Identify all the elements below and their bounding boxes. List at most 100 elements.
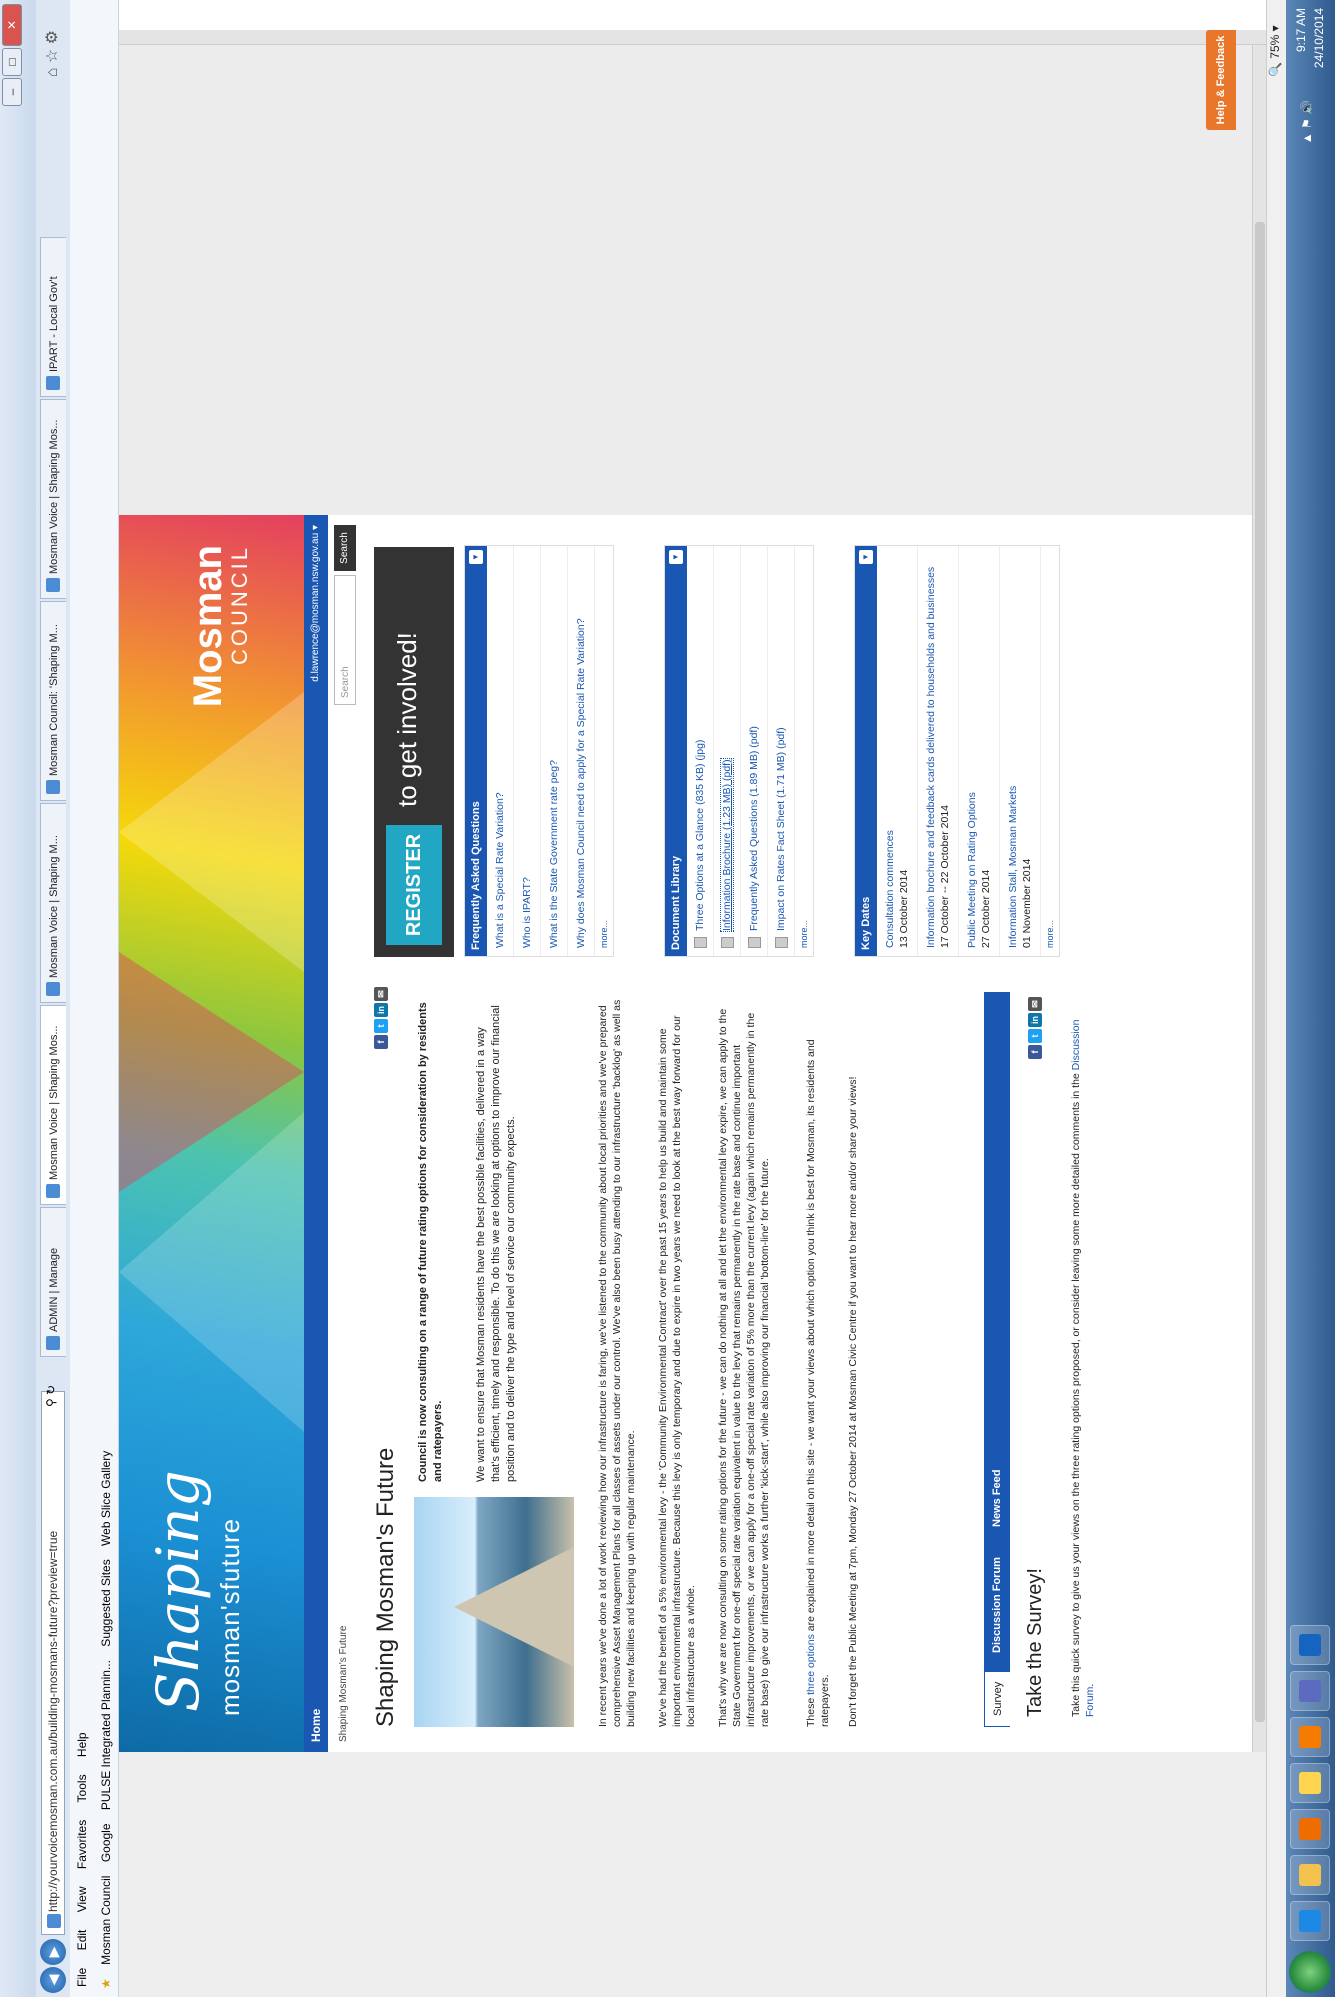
back-button[interactable]: ◀ — [40, 1967, 66, 1993]
menu-tools[interactable]: Tools — [75, 1774, 89, 1802]
faq-panel: Frequently Asked Questions ▼ What is a Sp… — [464, 545, 614, 957]
tab-label: ADMIN | Manage — [48, 1247, 60, 1332]
taskbar-media[interactable] — [1290, 1809, 1330, 1849]
nav-home[interactable]: Home — [304, 1709, 328, 1742]
favorites-star-icon[interactable]: ★ — [99, 1978, 113, 1989]
tab-favicon-icon — [46, 780, 60, 794]
document-item[interactable]: Frequently Asked Questions (1.89 MB) (pd… — [741, 546, 768, 956]
outlook-icon — [1299, 1726, 1321, 1748]
tab-discussion-forum[interactable]: Discussion Forum — [984, 1547, 1010, 1663]
taskbar-outlook[interactable] — [1290, 1717, 1330, 1757]
paragraph-public-meeting: Don't forget the Public Meeting at 7pm, … — [847, 1076, 859, 1727]
tab-ipart[interactable]: IPART - Local Gov't — [40, 237, 66, 397]
address-bar[interactable]: http://yourvoicemosman.com.au/building-m… — [41, 1391, 65, 1935]
taskbar-word[interactable] — [1290, 1625, 1330, 1665]
search-button[interactable]: Search — [334, 525, 356, 571]
twitter-icon[interactable]: t — [1028, 1029, 1042, 1043]
email-icon[interactable]: ✉ — [374, 987, 388, 1001]
tab-survey[interactable]: Survey — [984, 1670, 1010, 1727]
document-item[interactable]: Three Options at a Glance (835 KB) (jpg) — [687, 546, 714, 956]
close-button[interactable]: ✕ — [2, 4, 22, 46]
facebook-icon[interactable]: f — [1028, 1045, 1042, 1059]
dropdown-icon[interactable]: ▼ — [669, 550, 683, 564]
restore-button[interactable]: □ — [2, 48, 22, 76]
linkedin-icon[interactable]: in — [1028, 1013, 1042, 1027]
taskbar-explorer[interactable] — [1290, 1855, 1330, 1895]
facebook-icon[interactable]: f — [374, 1035, 388, 1049]
fav-web-slice[interactable]: Web Slice Gallery — [99, 1451, 113, 1546]
sidebar: REGISTER to get involved! Frequently Ask… — [364, 537, 1244, 967]
dropdown-icon[interactable]: ▼ — [859, 550, 873, 564]
menu-favorites[interactable]: Favorites — [75, 1820, 89, 1869]
search-input[interactable]: Search — [334, 575, 356, 705]
menu-help[interactable]: Help — [75, 1732, 89, 1757]
paragraph-options: That's why we are now consulting on some… — [717, 1008, 771, 1727]
main-content: Shaping Mosman's Future f t in ✉ Council… — [364, 977, 1244, 1737]
fav-suggested-sites[interactable]: Suggested Sites — [99, 1559, 113, 1646]
tab-admin[interactable]: ADMIN | Manage — [40, 1207, 66, 1357]
three-options-link[interactable]: three options — [805, 1634, 817, 1695]
document-item[interactable]: Information Brochure (1.23 MB) (pdf) — [714, 546, 741, 956]
tab-favicon-icon — [46, 578, 60, 592]
scroll-thumb[interactable] — [1255, 222, 1265, 1722]
document-icon — [747, 937, 761, 948]
faq-item[interactable]: Who is IPART? — [514, 546, 541, 956]
register-button[interactable]: REGISTER — [386, 825, 442, 945]
dropdown-icon[interactable]: ▼ — [469, 550, 483, 564]
taskbar-security[interactable] — [1290, 1671, 1330, 1711]
faq-more-link[interactable]: more... — [595, 546, 613, 956]
documents-more-link[interactable]: more... — [795, 546, 813, 956]
window-controls: – □ ✕ — [2, 4, 22, 106]
faq-item[interactable]: What is a Special Rate Variation? — [487, 546, 514, 956]
register-tagline: to get involved! — [392, 632, 422, 807]
user-menu[interactable]: d.lawrence@mosman.nsw.gov.au ▾ — [304, 525, 328, 682]
forward-button[interactable]: ▶ — [40, 1939, 66, 1965]
linkedin-icon[interactable]: in — [374, 1003, 388, 1017]
key-date-item[interactable]: Information brochure and feedback cards … — [918, 546, 959, 956]
site-nav-bar: Home d.lawrence@mosman.nsw.gov.au ▾ — [304, 515, 328, 1752]
tab-label: IPART - Local Gov't — [48, 276, 60, 372]
menu-view[interactable]: View — [75, 1886, 89, 1912]
fav-pulse[interactable]: PULSE Integrated Plannin... — [99, 1660, 113, 1810]
menu-edit[interactable]: Edit — [75, 1930, 89, 1951]
key-date-item[interactable]: Consultation commences 13 October 2014 — [877, 546, 918, 956]
email-icon[interactable]: ✉ — [1028, 997, 1042, 1011]
tab-shaping-1[interactable]: Mosman Voice | Shaping Mos... — [40, 1005, 66, 1205]
dates-more-link[interactable]: more... — [1041, 546, 1059, 956]
vertical-scrollbar[interactable] — [119, 30, 1266, 45]
twitter-icon[interactable]: t — [374, 1019, 388, 1033]
key-date-item[interactable]: Information Stall, Mosman Markets 01 Nove… — [1000, 546, 1041, 956]
start-button[interactable] — [1289, 1951, 1331, 1993]
key-date-item[interactable]: Public Meeting on Rating Options 27 Octob… — [959, 546, 1000, 956]
zoom-level[interactable]: 🔍 75% ▾ — [1268, 25, 1282, 77]
tab-council[interactable]: Mosman Council: 'Shaping M... — [40, 601, 66, 801]
help-feedback-button[interactable]: Help & Feedback — [1206, 30, 1236, 130]
home-star-gear-icon[interactable]: ⌂ ☆ ⚙ — [42, 30, 62, 77]
fav-google[interactable]: Google — [99, 1823, 113, 1862]
horizontal-scrollbar[interactable] — [1252, 45, 1267, 1752]
taskbar-ie[interactable] — [1290, 1901, 1330, 1941]
faq-item[interactable]: Why does Mosman Council need to apply fo… — [568, 546, 595, 956]
page-right-margin — [119, 45, 1266, 515]
tab-shaping-3[interactable]: Mosman Voice | Shaping Mos... — [40, 399, 66, 599]
breadcrumb[interactable]: Shaping Mosman's Future — [338, 1626, 349, 1742]
tab-shaping-2[interactable]: Mosman Voice | Shaping M... — [40, 803, 66, 1003]
faq-header: Frequently Asked Questions ▼ — [465, 546, 487, 956]
tab-favicon-icon — [46, 376, 60, 390]
council-logo: Mosman COUNCIL — [186, 545, 253, 708]
clock[interactable]: 9:17 AM 24/10/2014 — [1292, 8, 1328, 68]
search-row: Shaping Mosman's Future Search Search — [328, 515, 364, 1752]
fav-mosman-council[interactable]: Mosman Council — [99, 1876, 113, 1965]
faq-item[interactable]: What is the State Government rate peg? — [541, 546, 568, 956]
system-tray-icons[interactable]: ▲ ⚑ 🔊 — [1300, 100, 1314, 144]
taskbar: ▲ ⚑ 🔊 9:17 AM 24/10/2014 — [1286, 0, 1335, 1997]
document-item[interactable]: Impact on Rates Fact Sheet (1.71 MB) (pd… — [768, 546, 795, 956]
clock-time: 9:17 AM — [1294, 8, 1308, 53]
tab-news-feed[interactable]: News Feed — [984, 1460, 1010, 1537]
menu-file[interactable]: File — [75, 1968, 89, 1987]
council-logo-name: Mosman — [186, 545, 230, 708]
paragraph-levy: We've had the benefit of a 5% environmen… — [657, 1015, 697, 1727]
minimize-button[interactable]: – — [2, 78, 22, 106]
search-refresh-icon[interactable]: ⚲ ↻ — [44, 1385, 58, 1407]
taskbar-calc[interactable] — [1290, 1763, 1330, 1803]
